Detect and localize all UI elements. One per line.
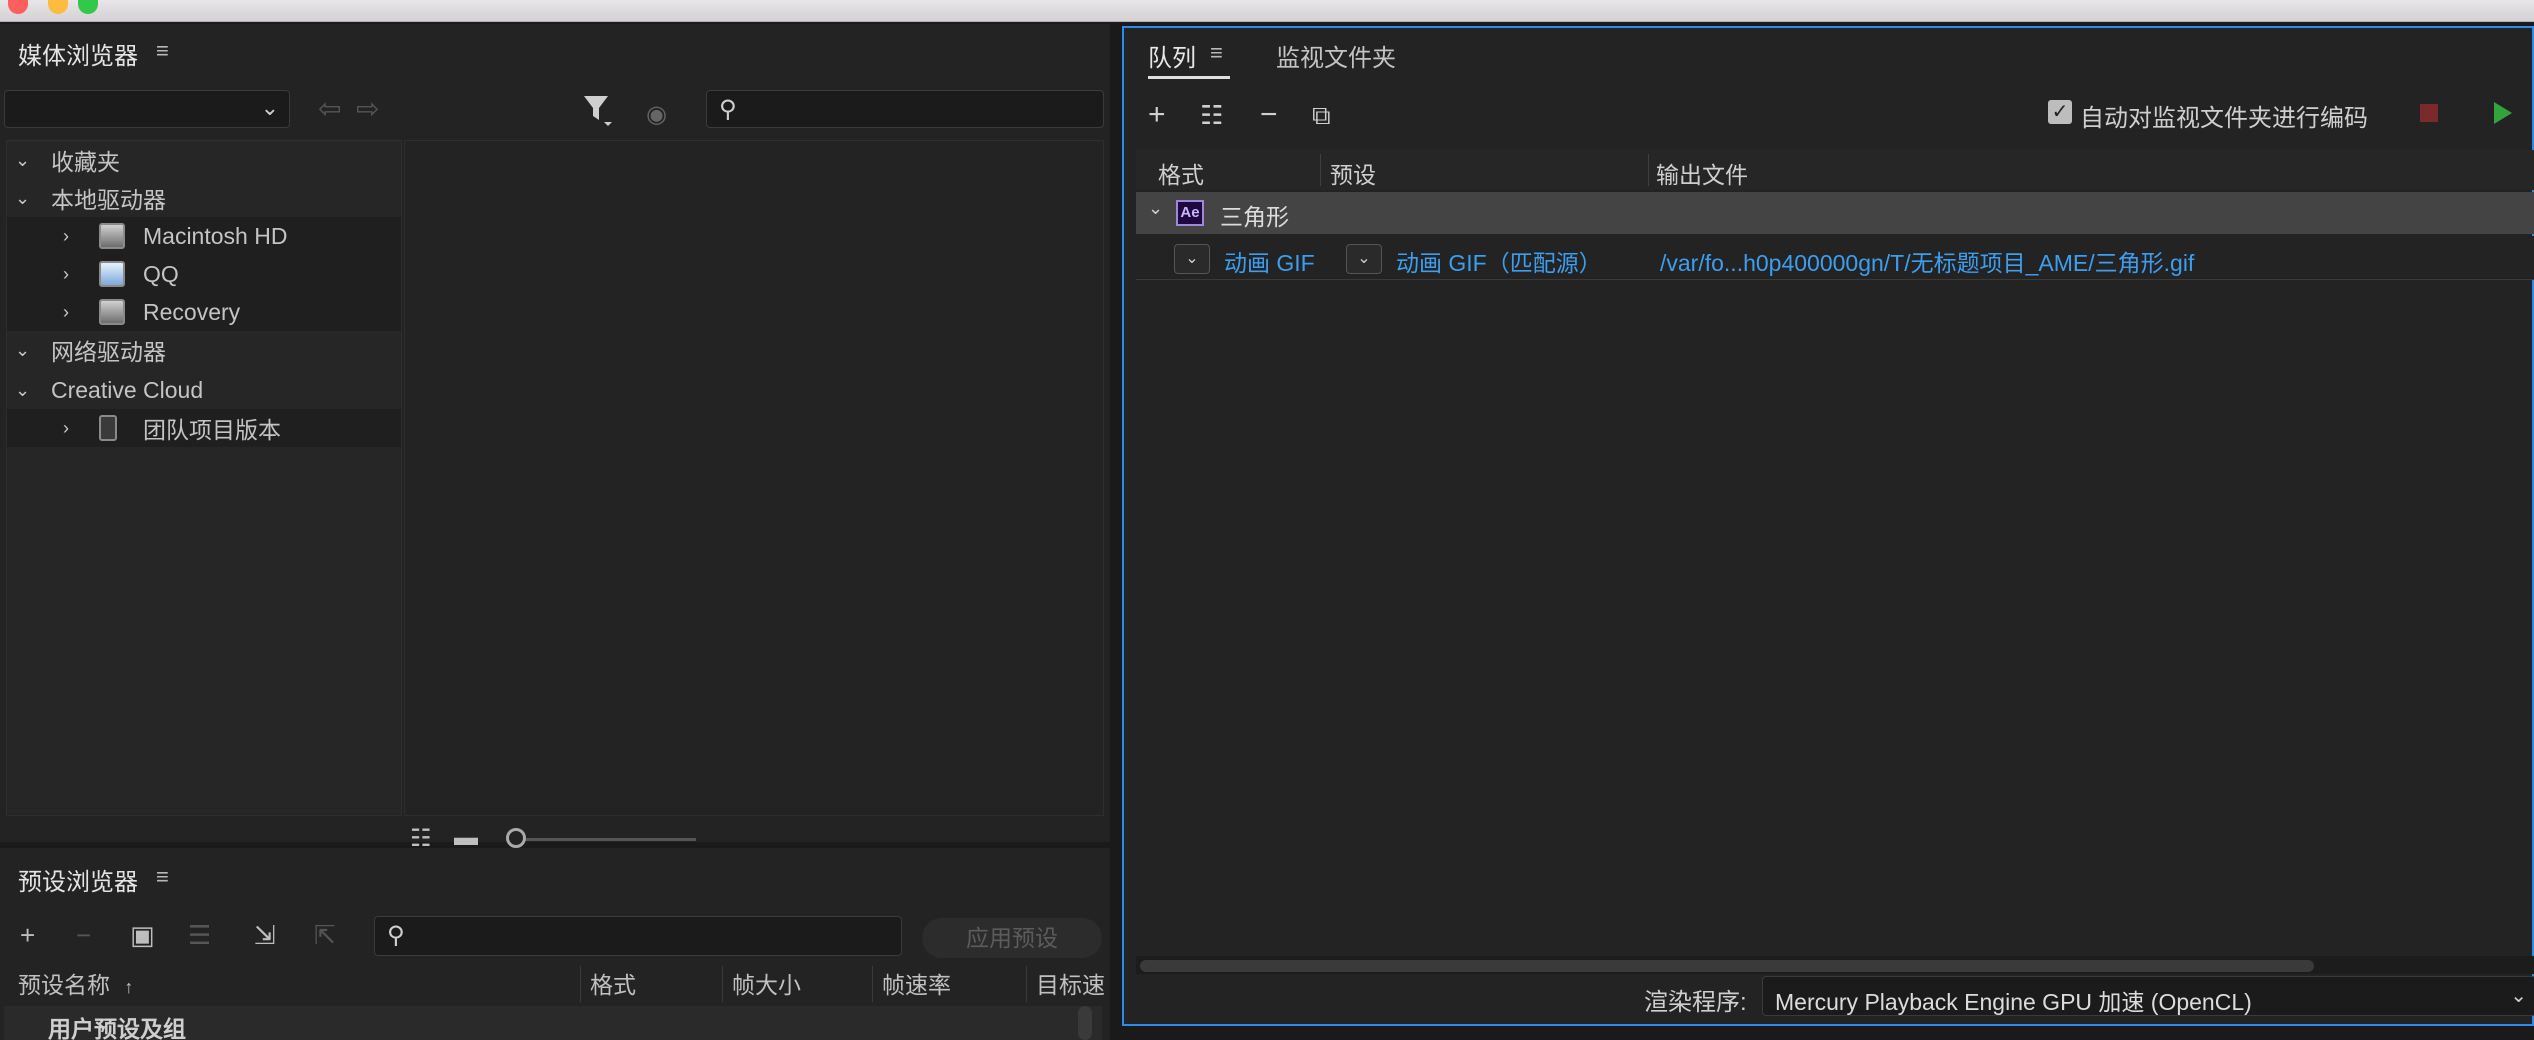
eye-icon[interactable]: ◉: [646, 100, 667, 129]
preset-browser-panel: 预设浏览器 ≡ + − ▣ ☰ ⇲ ⇱ ⚲ 应用预设 预设名称 ↑ 格式 帧大小…: [0, 848, 1110, 1040]
media-browser-menu-icon[interactable]: ≡: [156, 38, 169, 64]
tree-item-network-drives[interactable]: ⌄ 网络驱动器: [7, 331, 401, 369]
media-browser-panel: 媒体浏览器 ≡ ⌄ ⇦ ⇨ ◉ ⚲ ⌄ 收藏夹 ⌄ 本地驱动器 › Macint…: [0, 24, 1110, 852]
back-arrow-icon[interactable]: ⇦: [318, 92, 341, 125]
zoom-slider-knob[interactable]: [506, 828, 526, 848]
chevron-down-icon: ⌄: [260, 95, 279, 120]
sort-ascending-icon: ↑: [124, 977, 134, 997]
tree-item-creative-cloud[interactable]: ⌄ Creative Cloud: [7, 371, 401, 409]
media-search-input[interactable]: ⚲: [706, 90, 1104, 128]
window-titlebar: [0, 0, 2534, 22]
chevron-right-icon[interactable]: ›: [63, 264, 69, 285]
close-window-button[interactable]: [8, 0, 28, 14]
duplicate-icon[interactable]: ⧉: [1312, 100, 1331, 132]
tab-queue[interactable]: 队列: [1148, 38, 1196, 73]
preset-browser-menu-icon[interactable]: ≡: [156, 864, 169, 890]
chevron-right-icon[interactable]: ›: [63, 302, 69, 323]
chevron-down-icon[interactable]: ⌄: [15, 188, 30, 209]
remove-icon[interactable]: −: [1260, 98, 1278, 132]
column-divider[interactable]: [1320, 154, 1321, 186]
chevron-right-icon[interactable]: ›: [63, 226, 69, 247]
active-tab-indicator: [1148, 76, 1230, 79]
tree-item-macintosh-hd[interactable]: › Macintosh HD: [7, 217, 401, 255]
stop-queue-button[interactable]: [2420, 104, 2438, 122]
start-queue-button[interactable]: [2494, 102, 2512, 124]
tree-item-recovery[interactable]: › Recovery: [7, 293, 401, 331]
hard-drive-icon: [99, 223, 125, 249]
auto-encode-label: 自动对监视文件夹进行编码: [2080, 105, 2368, 132]
search-icon: ⚲: [719, 96, 737, 123]
import-preset-icon[interactable]: ⇲: [254, 920, 276, 951]
column-header-preset-name[interactable]: 预设名称 ↑: [18, 966, 133, 1004]
queue-source-item[interactable]: ⌄ Ae 三角形: [1136, 192, 2534, 234]
preset-dropdown-icon[interactable]: ⌄: [1346, 244, 1382, 274]
tree-item-favorites[interactable]: ⌄ 收藏夹: [7, 141, 401, 179]
queue-menu-icon[interactable]: ≡: [1210, 40, 1223, 66]
forward-arrow-icon[interactable]: ⇨: [356, 92, 379, 125]
format-dropdown-icon[interactable]: ⌄: [1174, 244, 1210, 274]
remove-preset-icon[interactable]: −: [76, 920, 91, 951]
media-browser-title: 媒体浏览器: [18, 43, 138, 70]
chevron-down-icon[interactable]: ⌄: [15, 340, 30, 361]
chevron-down-icon[interactable]: ⌄: [15, 150, 30, 171]
tree-item-team-projects[interactable]: › 团队项目版本: [7, 409, 401, 447]
zoom-window-button[interactable]: [78, 0, 98, 14]
column-header-frame-size[interactable]: 帧大小: [732, 966, 801, 1004]
chevron-down-icon[interactable]: ⌄: [15, 380, 30, 401]
hard-drive-icon: [99, 299, 125, 325]
auto-encode-checkbox[interactable]: ✓: [2048, 100, 2072, 124]
horizontal-scrollbar[interactable]: [1136, 956, 2534, 974]
renderer-label: 渲染程序:: [1644, 989, 1747, 1016]
preset-search-input[interactable]: ⚲: [374, 916, 902, 956]
external-drive-icon: [99, 261, 125, 287]
new-group-icon[interactable]: ▣: [130, 920, 155, 951]
output-file-link[interactable]: /var/fo...h0p400000gn/T/无标题项目_AME/三角形.gi…: [1660, 244, 2194, 278]
column-header-preset[interactable]: 预设: [1330, 156, 1376, 190]
column-divider[interactable]: [1648, 154, 1649, 186]
column-divider[interactable]: [722, 966, 723, 1002]
tree-item-qq[interactable]: › QQ: [7, 255, 401, 293]
drive-dropdown[interactable]: ⌄: [4, 90, 290, 128]
export-preset-icon[interactable]: ⇱: [314, 920, 336, 951]
preset-link[interactable]: 动画 GIF（匹配源）: [1396, 244, 1602, 278]
filter-icon[interactable]: [582, 94, 614, 128]
tab-watch-folders[interactable]: 监视文件夹: [1276, 38, 1396, 73]
after-effects-icon: Ae: [1176, 200, 1204, 226]
media-tree: ⌄ 收藏夹 ⌄ 本地驱动器 › Macintosh HD › QQ › Reco…: [6, 140, 402, 816]
user-presets-group[interactable]: 用户预设及组: [4, 1006, 1102, 1040]
column-divider[interactable]: [580, 966, 581, 1002]
chevron-down-icon: ⌄: [2510, 985, 2527, 1007]
queue-panel: 队列 ≡ 监视文件夹 + ☷ − ⧉ ✓ 自动对监视文件夹进行编码 格式 预设 …: [1122, 26, 2534, 1026]
column-header-output-file[interactable]: 输出文件: [1656, 156, 1748, 190]
media-content-area[interactable]: [404, 140, 1104, 816]
column-header-target-rate[interactable]: 目标速: [1036, 966, 1106, 1004]
source-name: 三角形: [1220, 204, 1289, 230]
preset-browser-title: 预设浏览器: [18, 869, 138, 896]
add-preset-icon[interactable]: +: [20, 920, 35, 951]
scrollbar-thumb[interactable]: [1140, 960, 2314, 972]
tree-item-local-drives[interactable]: ⌄ 本地驱动器: [7, 179, 401, 217]
search-icon: ⚲: [387, 922, 405, 949]
queue-table-header: 格式 预设 输出文件: [1136, 150, 2534, 190]
preset-scrollbar[interactable]: [1078, 1006, 1092, 1040]
queue-output-item[interactable]: ⌄ 动画 GIF ⌄ 动画 GIF（匹配源） /var/fo...h0p4000…: [1136, 236, 2534, 280]
column-header-format[interactable]: 格式: [1158, 156, 1204, 190]
add-output-icon[interactable]: ☷: [1200, 100, 1223, 131]
zoom-slider-track[interactable]: [522, 838, 696, 841]
apply-preset-button[interactable]: 应用预设: [922, 918, 1102, 958]
column-divider[interactable]: [872, 966, 873, 1002]
chevron-down-icon[interactable]: ⌄: [1148, 198, 1163, 219]
column-header-frame-rate[interactable]: 帧速率: [882, 966, 951, 1004]
column-header-format[interactable]: 格式: [590, 966, 636, 1004]
chevron-right-icon[interactable]: ›: [63, 418, 69, 439]
column-divider[interactable]: [1026, 966, 1027, 1002]
add-source-icon[interactable]: +: [1148, 98, 1166, 132]
renderer-dropdown[interactable]: Mercury Playback Engine GPU 加速 (OpenCL) …: [1762, 976, 2534, 1016]
team-projects-icon: [99, 415, 117, 441]
preset-settings-icon[interactable]: ☰: [188, 920, 211, 951]
minimize-window-button[interactable]: [48, 0, 68, 14]
format-link[interactable]: 动画 GIF: [1224, 244, 1315, 278]
